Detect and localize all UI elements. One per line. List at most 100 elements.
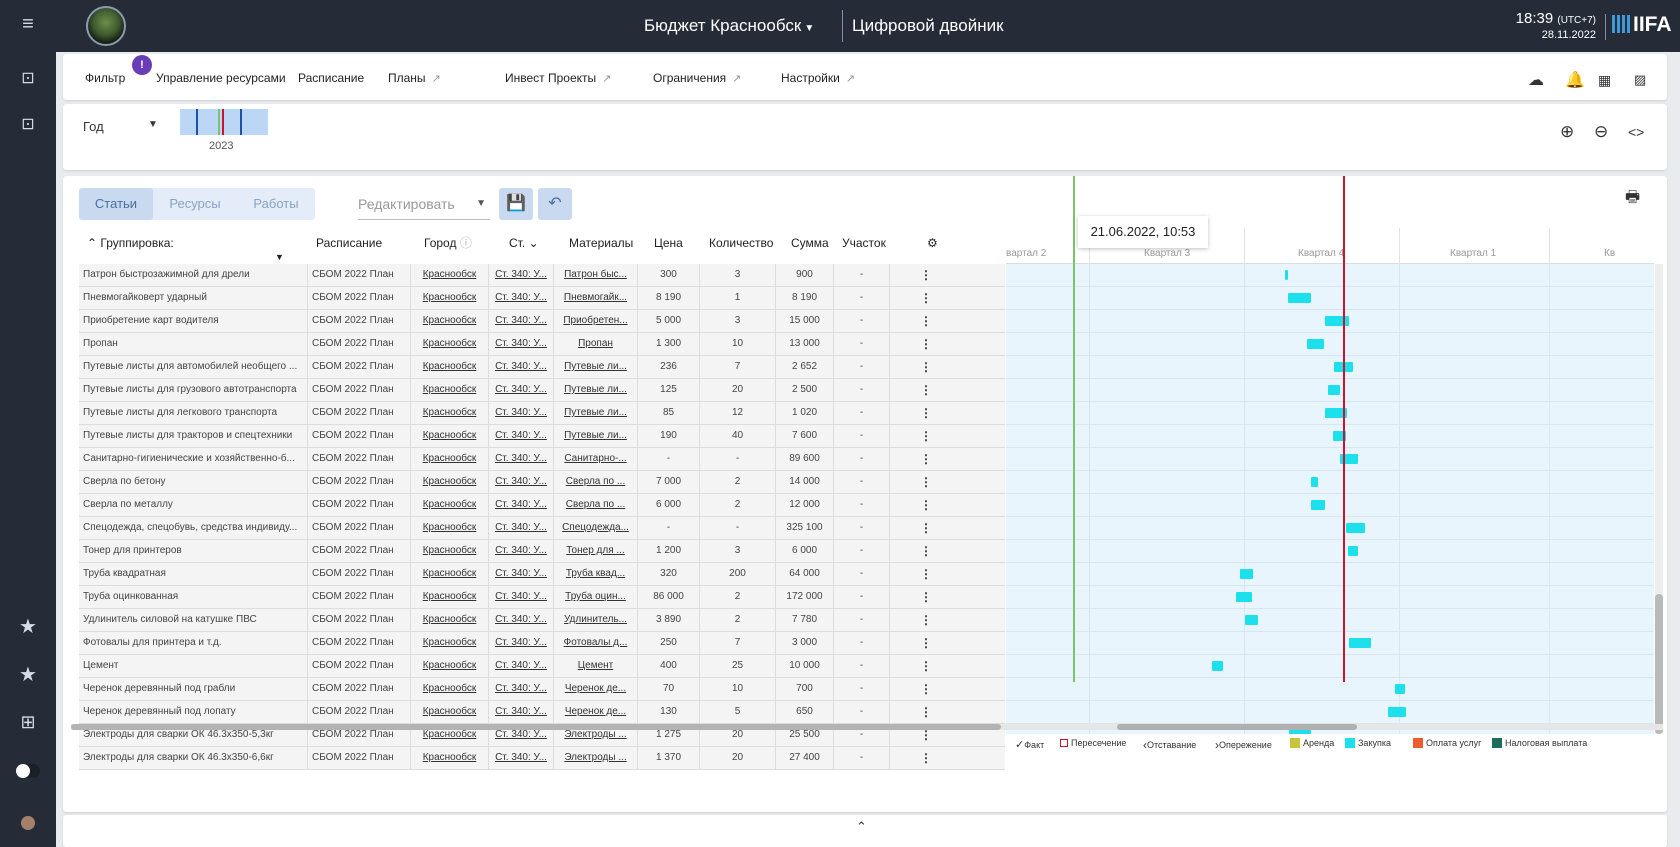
table-row[interactable]: Спецодежда, спецобувь, средства индивиду… (79, 517, 1005, 540)
header-area[interactable]: Участок (842, 228, 886, 262)
timeline-minimap[interactable] (180, 109, 268, 135)
gantt-bar[interactable] (1349, 638, 1372, 648)
row-menu-icon[interactable]: ⋮ (913, 563, 939, 585)
code-icon[interactable]: <> (1628, 124, 1644, 140)
cell-city[interactable]: Краснообск (411, 448, 489, 470)
gear-icon[interactable]: ⚙ (927, 228, 938, 262)
cell-material[interactable]: Приобретен... (554, 310, 638, 332)
cell-material[interactable]: Сверла по ... (554, 494, 638, 516)
table-row[interactable]: Цемент СБОМ 2022 План Краснообск Ст. 340: У… (79, 655, 1005, 678)
chevron-up-icon[interactable]: ⌃ (856, 819, 867, 835)
star-icon[interactable]: ★ (14, 660, 42, 688)
cell-st[interactable]: Ст. 340: У... (489, 586, 554, 608)
cell-st[interactable]: Ст. 340: У... (489, 678, 554, 700)
star-icon[interactable]: ★ (14, 612, 42, 640)
row-menu-icon[interactable]: ⋮ (913, 425, 939, 447)
menu-limits[interactable]: Ограничения ↗ (653, 71, 741, 85)
gantt-bar[interactable] (1307, 339, 1324, 349)
cell-material[interactable]: Труба квад... (554, 563, 638, 585)
row-menu-icon[interactable]: ⋮ (913, 356, 939, 378)
cell-st[interactable]: Ст. 340: У... (489, 609, 554, 631)
row-menu-icon[interactable]: ⋮ (913, 471, 939, 493)
gantt-bar[interactable] (1394, 684, 1406, 694)
menu-icon[interactable]: ≡ (14, 10, 42, 38)
budget-selector[interactable]: Бюджет Краснообск ▼ (644, 16, 814, 36)
table-row[interactable]: Санитарно-гигиенические и хозяйственно-б… (79, 448, 1005, 471)
cell-st[interactable]: Ст. 340: У... (489, 379, 554, 401)
cell-material[interactable]: Черенок де... (554, 701, 638, 723)
cell-st[interactable]: Ст. 340: У... (489, 402, 554, 424)
row-menu-icon[interactable]: ⋮ (913, 609, 939, 631)
header-materials[interactable]: Материалы (569, 228, 633, 262)
row-menu-icon[interactable]: ⋮ (913, 678, 939, 700)
excel-icon[interactable]: ▦ (1598, 72, 1611, 89)
gantt-bar[interactable] (1310, 500, 1325, 510)
cell-st[interactable]: Ст. 340: У... (489, 494, 554, 516)
tab-resources[interactable]: Ресурсы (153, 188, 237, 220)
row-menu-icon[interactable]: ⋮ (913, 402, 939, 424)
cell-city[interactable]: Краснообск (411, 747, 489, 769)
gantt-bar[interactable] (1284, 270, 1288, 280)
zoom-out-icon[interactable]: ⊖ (1594, 122, 1608, 142)
tab-works[interactable]: Работы (237, 188, 315, 220)
row-menu-icon[interactable]: ⋮ (913, 448, 939, 470)
cell-city[interactable]: Краснообск (411, 701, 489, 723)
cell-material[interactable]: Путевые ли... (554, 356, 638, 378)
image-icon[interactable]: ▨ (1634, 72, 1646, 88)
table-row[interactable]: Сверла по металлу СБОМ 2022 План Краснообс… (79, 494, 1005, 517)
filter-badge[interactable]: ! (132, 55, 152, 75)
row-menu-icon[interactable]: ⋮ (913, 540, 939, 562)
gantt-bar[interactable] (1287, 293, 1311, 303)
cell-material[interactable]: Пневмогайк... (554, 287, 638, 309)
gantt-bar[interactable] (1348, 546, 1358, 556)
cell-city[interactable]: Краснообск (411, 655, 489, 677)
cell-material[interactable]: Сверла по ... (554, 471, 638, 493)
row-menu-icon[interactable]: ⋮ (913, 517, 939, 539)
apps-grid-icon[interactable]: ⊞ (14, 708, 42, 736)
table-row[interactable]: Приобретение карт водителя СБОМ 2022 План… (79, 310, 1005, 333)
table-row[interactable]: Путевые листы для легкового транспорта СБ… (79, 402, 1005, 425)
cell-city[interactable]: Краснообск (411, 287, 489, 309)
cell-city[interactable]: Краснообск (411, 540, 489, 562)
cell-city[interactable]: Краснообск (411, 471, 489, 493)
cloud-upload-icon[interactable]: ☁ (1528, 70, 1544, 90)
cell-material[interactable]: Спецодежда... (554, 517, 638, 539)
table-scrollbar[interactable] (71, 724, 1001, 730)
tab-articles[interactable]: Статьи (79, 188, 153, 220)
table-row[interactable]: Патрон быстрозажимной для дрели СБОМ 2022… (79, 264, 1005, 287)
menu-settings[interactable]: Настройки ↗ (781, 71, 855, 85)
print-icon[interactable]: 🖶 (1625, 186, 1640, 213)
period-select[interactable]: Год (83, 119, 104, 134)
cell-city[interactable]: Краснообск (411, 425, 489, 447)
chevron-down-icon[interactable]: ▼ (148, 119, 158, 130)
cell-material[interactable]: Санитарно-... (554, 448, 638, 470)
cell-material[interactable]: Путевые ли... (554, 379, 638, 401)
cell-st[interactable]: Ст. 340: У... (489, 540, 554, 562)
gantt-bar[interactable] (1236, 592, 1253, 602)
row-menu-icon[interactable]: ⋮ (913, 287, 939, 309)
avatar[interactable] (14, 809, 42, 837)
table-row[interactable]: Путевые листы для тракторов и спецтехник… (79, 425, 1005, 448)
row-menu-icon[interactable]: ⋮ (913, 379, 939, 401)
cell-city[interactable]: Краснообск (411, 264, 489, 286)
cell-city[interactable]: Краснообск (411, 379, 489, 401)
toggle-icon[interactable] (14, 757, 42, 785)
scan-icon[interactable]: ⊡ (14, 64, 42, 92)
cell-material[interactable]: Путевые ли... (554, 425, 638, 447)
cell-st[interactable]: Ст. 340: У... (489, 310, 554, 332)
table-row[interactable]: Труба квадратная СБОМ 2022 План Краснообск… (79, 563, 1005, 586)
cell-city[interactable]: Краснообск (411, 310, 489, 332)
table-row[interactable]: Удлинитель силовой на катушке ПВС СБОМ 20… (79, 609, 1005, 632)
table-row[interactable]: Фотовалы для принтера и т.д. СБОМ 2022 Пл… (79, 632, 1005, 655)
gantt-bar[interactable] (1345, 523, 1365, 533)
row-menu-icon[interactable]: ⋮ (913, 264, 939, 286)
cell-city[interactable]: Краснообск (411, 333, 489, 355)
cell-st[interactable]: Ст. 340: У... (489, 264, 554, 286)
cell-city[interactable]: Краснообск (411, 517, 489, 539)
cell-city[interactable]: Краснообск (411, 609, 489, 631)
scan-alt-icon[interactable]: ⊡ (14, 110, 42, 138)
cell-city[interactable]: Краснообск (411, 494, 489, 516)
header-price[interactable]: Цена (654, 228, 683, 262)
scroll-thumb[interactable] (1655, 594, 1663, 734)
menu-schedule[interactable]: Расписание (298, 71, 364, 85)
